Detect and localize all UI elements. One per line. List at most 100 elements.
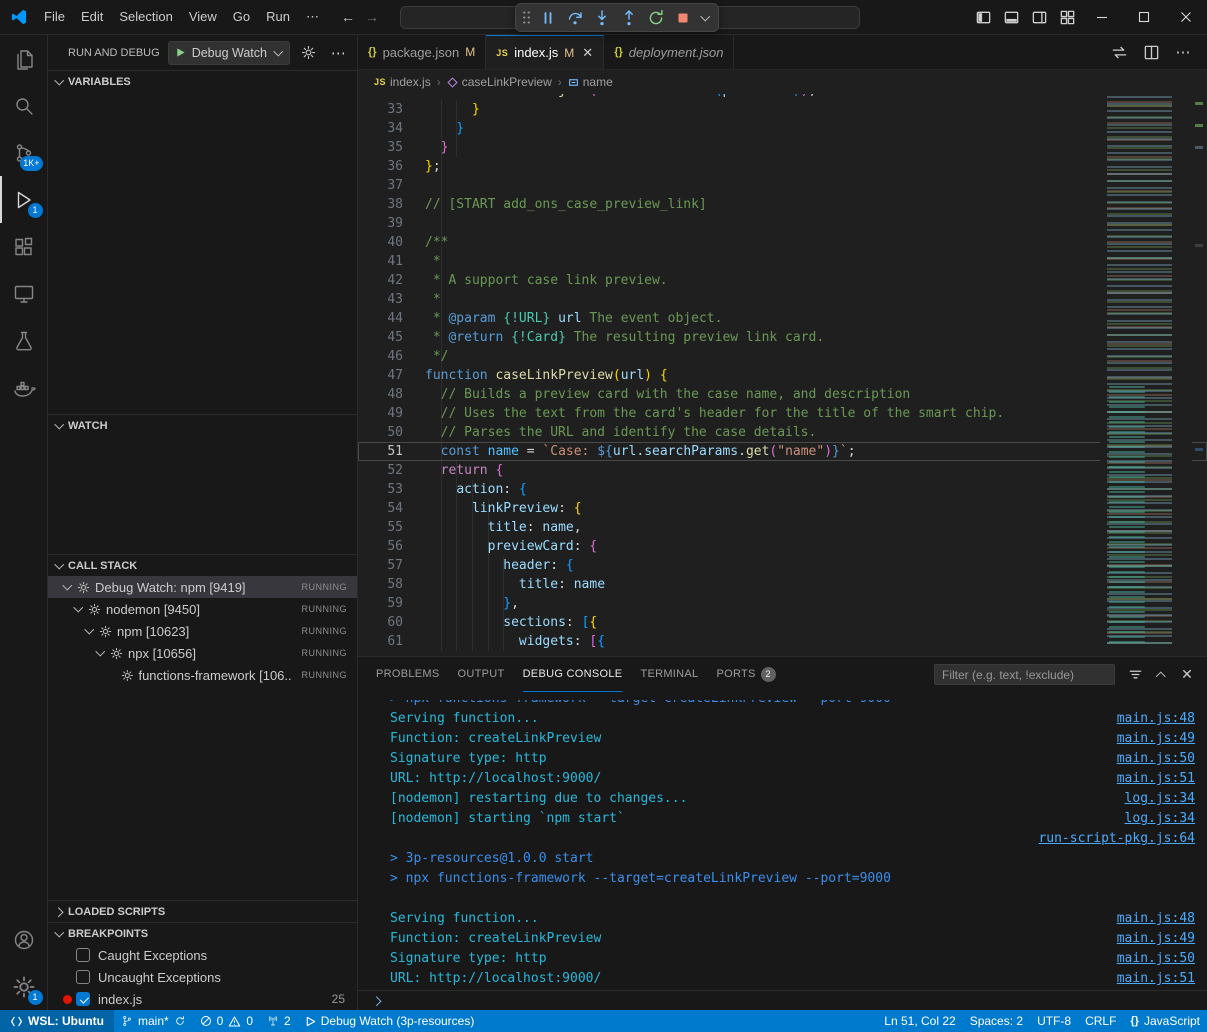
pause-button[interactable] [536, 6, 560, 30]
open-launch-json-icon[interactable] [298, 42, 320, 64]
editor-line[interactable]: 60 sections: [{ [358, 613, 1207, 632]
breakpoint-checkbox[interactable] [76, 992, 90, 1006]
menu-run[interactable]: Run [258, 9, 298, 24]
call-stack-row[interactable]: nodemon [9450]RUNNING [48, 598, 357, 620]
editor-line[interactable]: 39 [358, 214, 1207, 233]
nav-forward-icon[interactable]: → [365, 9, 379, 25]
panel-tab-ports[interactable]: PORTS2 [716, 657, 775, 692]
call-stack-row[interactable]: Debug Watch: npm [9419]RUNNING [48, 576, 357, 598]
breadcrumb-file[interactable]: JSindex.js [374, 75, 431, 89]
drag-handle-icon[interactable] [522, 10, 531, 25]
activity-source-control[interactable]: 1K+ [0, 129, 48, 176]
editor-line[interactable]: 35 } [358, 138, 1207, 157]
editor-line[interactable]: 56 previewCard: { [358, 537, 1207, 556]
editor-line[interactable]: 61 widgets: [{ [358, 632, 1207, 651]
activity-accounts[interactable] [0, 916, 48, 963]
git-branch-item[interactable]: main* [114, 1010, 193, 1032]
debug-console-input[interactable] [358, 990, 1207, 1010]
editor-line[interactable]: 36}; [358, 157, 1207, 176]
language-mode-item[interactable]: {}JavaScript [1123, 1010, 1207, 1032]
console-source-link[interactable]: log.js:34 [1125, 789, 1195, 809]
activity-remote-explorer[interactable] [0, 270, 48, 317]
eol-item[interactable]: CRLF [1078, 1010, 1123, 1032]
section-loaded-scripts[interactable]: LOADED SCRIPTS [48, 900, 357, 922]
console-source-link[interactable]: main.js:51 [1117, 969, 1195, 989]
debug-session-dropdown[interactable] [698, 6, 712, 30]
panel-tab-output[interactable]: OUTPUT [458, 657, 505, 692]
views-more-actions-icon[interactable]: ⋯ [327, 42, 349, 64]
console-filter-input[interactable] [934, 664, 1115, 685]
launch-config-select[interactable]: Debug Watch [168, 41, 290, 65]
open-changes-icon[interactable] [1107, 40, 1131, 64]
editor-line[interactable]: 55 title: name, [358, 518, 1207, 537]
section-breakpoints[interactable]: BREAKPOINTS [48, 922, 357, 944]
overview-ruler[interactable] [1192, 94, 1207, 656]
section-call-stack[interactable]: CALL STACK [48, 554, 357, 576]
editor-line[interactable]: 46 */ [358, 347, 1207, 366]
console-source-link[interactable]: main.js:49 [1117, 929, 1195, 949]
split-editor-icon[interactable] [1139, 40, 1163, 64]
activity-explorer[interactable] [0, 35, 48, 82]
stop-button[interactable] [671, 6, 695, 30]
nav-back-icon[interactable]: ← [341, 9, 355, 25]
editor-line[interactable]: 51 const name = `Case: ${url.searchParam… [358, 442, 1207, 461]
toggle-secondary-sidebar-icon[interactable] [1025, 3, 1053, 31]
step-into-button[interactable] [590, 6, 614, 30]
panel-tab-debug-console[interactable]: DEBUG CONSOLE [523, 657, 623, 692]
console-source-link[interactable]: main.js:48 [1117, 909, 1195, 929]
editor-line[interactable]: 44 * @param {!URL} url The event object. [358, 309, 1207, 328]
breakpoint-row[interactable]: Caught Exceptions [48, 944, 357, 966]
menu-go[interactable]: Go [225, 9, 258, 24]
breadcrumb-symbol[interactable]: caseLinkPreview [447, 75, 552, 89]
breakpoint-checkbox[interactable] [76, 970, 90, 984]
minimize-button[interactable] [1081, 0, 1123, 35]
activity-settings[interactable]: 1 [0, 963, 48, 1010]
console-source-link[interactable]: main.js:50 [1117, 749, 1195, 769]
toggle-panel-icon[interactable] [997, 3, 1025, 31]
breakpoint-row[interactable]: index.js25 [48, 988, 357, 1010]
menu-view[interactable]: View [181, 9, 225, 24]
step-over-button[interactable] [563, 6, 587, 30]
activity-extensions[interactable] [0, 223, 48, 270]
activity-docker[interactable] [0, 364, 48, 411]
encoding-item[interactable]: UTF-8 [1030, 1010, 1078, 1032]
section-variables[interactable]: VARIABLES [48, 70, 357, 92]
editor-line[interactable]: 45 * @return {!Card} The resulting previ… [358, 328, 1207, 347]
console-source-link[interactable]: main.js:48 [1117, 709, 1195, 729]
editor-line[interactable]: 53 action: { [358, 480, 1207, 499]
remote-indicator[interactable]: WSL: Ubuntu [0, 1010, 114, 1032]
editor-line[interactable]: 57 header: { [358, 556, 1207, 575]
editor-line[interactable]: 59 }, [358, 594, 1207, 613]
editor-line[interactable]: 48 // Builds a preview card with the cas… [358, 385, 1207, 404]
editor-line[interactable]: 37 [358, 176, 1207, 195]
activity-run-and-debug[interactable]: 1 [0, 176, 48, 223]
editor-line[interactable]: 40/** [358, 233, 1207, 252]
section-watch[interactable]: WATCH [48, 414, 357, 436]
call-stack-row[interactable]: functions-framework [106...RUNNING [48, 664, 357, 686]
activity-search[interactable] [0, 82, 48, 129]
console-source-link[interactable]: log.js:34 [1125, 809, 1195, 829]
editor-line[interactable]: 49 // Uses the text from the card's head… [358, 404, 1207, 423]
more-actions-icon[interactable]: ⋯ [1171, 40, 1195, 64]
panel-tab-problems[interactable]: PROBLEMS [376, 657, 440, 692]
console-source-link[interactable]: main.js:50 [1117, 949, 1195, 969]
start-debug-icon[interactable] [175, 47, 186, 58]
editor[interactable]: 32 return res.json(caseLinkPreview(parse… [358, 94, 1207, 656]
editor-line[interactable]: 41 * [358, 252, 1207, 271]
cursor-position-item[interactable]: Ln 51, Col 22 [877, 1010, 962, 1032]
breadcrumb-member[interactable]: name [568, 75, 613, 89]
console-source-link[interactable]: main.js:49 [1117, 729, 1195, 749]
close-tab-icon[interactable]: ✕ [582, 45, 593, 61]
editor-line[interactable]: 42 * A support case link preview. [358, 271, 1207, 290]
editor-line[interactable]: 33 } [358, 100, 1207, 119]
menu-selection[interactable]: Selection [111, 9, 180, 24]
activity-testing[interactable] [0, 317, 48, 364]
editor-line[interactable]: 50 // Parses the URL and identify the ca… [358, 423, 1207, 442]
breakpoint-checkbox[interactable] [76, 948, 90, 962]
maximize-panel-icon[interactable] [1149, 663, 1173, 687]
tab-deployment-json[interactable]: {} deployment.json [604, 35, 734, 69]
breakpoint-row[interactable]: Uncaught Exceptions [48, 966, 357, 988]
customize-layout-icon[interactable] [1053, 3, 1081, 31]
call-stack-row[interactable]: npm [10623]RUNNING [48, 620, 357, 642]
panel-tab-terminal[interactable]: TERMINAL [640, 657, 698, 692]
